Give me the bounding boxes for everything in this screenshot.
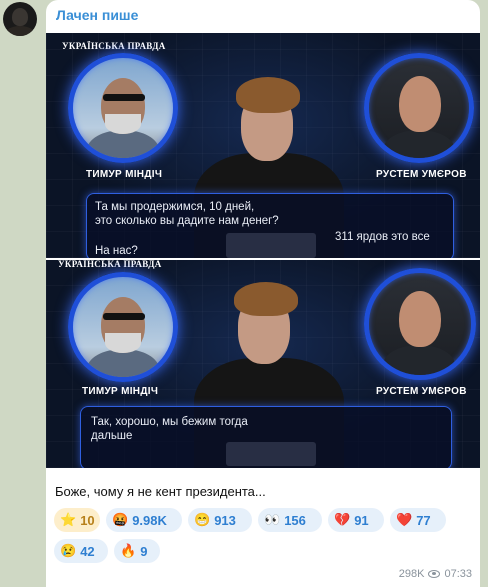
reaction-count: 9 (140, 543, 148, 559)
reaction-grin[interactable]: 😁 913 (188, 508, 252, 532)
reaction-eyes[interactable]: 👀 156 (258, 508, 322, 532)
subtitle-line: это сколько вы дадите нам денег? (95, 215, 279, 227)
subtitle-box: Та мы продержимся, 10 дней, это сколько … (86, 193, 454, 258)
subtitle-box: Так, хорошо, мы бежим тогда дальше (80, 406, 452, 468)
eyes-icon: 👀 (264, 512, 281, 527)
beard (105, 114, 141, 134)
beard (105, 333, 141, 353)
sunglasses (103, 94, 145, 101)
center-person-hair (234, 282, 298, 316)
reaction-count: 77 (416, 512, 431, 528)
right-portrait (364, 53, 474, 163)
reaction-count: 10 (80, 512, 95, 528)
left-name: ТИМУР МІНДІЧ (86, 169, 163, 180)
crying-face-icon: 😢 (60, 543, 77, 558)
reaction-count: 913 (214, 512, 236, 528)
reaction-broken-heart[interactable]: 💔 91 (328, 508, 384, 532)
message-text: Боже, чому я не кент президента... (55, 484, 266, 499)
right-name: РУСТЕМ УМЄРОВ (376, 386, 467, 397)
reaction-angry[interactable]: 🤬 9.98K (106, 508, 182, 532)
grimacing-face-icon: 😁 (194, 512, 211, 527)
reaction-count: 42 (80, 543, 95, 559)
angry-face-icon: 🤬 (112, 512, 129, 527)
right-portrait (364, 268, 476, 380)
portrait-body (383, 345, 455, 375)
fire-icon: 🔥 (120, 543, 137, 558)
message-bubble: Лачен пише УКРАЇНСЬКА ПРАВДА ТИМУР МІНДІ… (46, 0, 480, 587)
left-portrait (68, 272, 178, 382)
center-person-hair (236, 77, 300, 113)
video-frame-1[interactable]: УКРАЇНСЬКА ПРАВДА ТИМУР МІНДІЧ РУСТЕМ УМ… (46, 33, 480, 258)
message-time: 07:33 (444, 568, 472, 580)
left-name: ТИМУР МІНДІЧ (82, 386, 159, 397)
views-count: 298K (398, 568, 425, 580)
reaction-count: 91 (354, 512, 369, 528)
brand-logo: УКРАЇНСЬКА ПРАВДА (58, 260, 162, 269)
subtitle-line: На нас? (95, 245, 138, 257)
star-icon: ⭐ (60, 512, 77, 527)
left-portrait (68, 53, 178, 163)
subtitle-line: дальше (91, 430, 133, 442)
avatar-head (12, 8, 28, 26)
channel-avatar[interactable] (3, 2, 37, 36)
subtitle-line: Та мы продержимся, 10 дней, (95, 201, 255, 213)
video-frame-2[interactable]: УКРАЇНСЬКА ПРАВДА ТИМУР МІНДІЧ РУСТЕМ УМ… (46, 260, 480, 468)
reaction-crying[interactable]: 😢 42 (54, 539, 108, 563)
avatar-shoulders (5, 26, 35, 36)
eye-icon (428, 570, 441, 578)
sunglasses (103, 313, 145, 320)
brand-logo: УКРАЇНСЬКА ПРАВДА (62, 41, 166, 51)
portrait-head (399, 291, 441, 347)
author-name[interactable]: Лачен пише (56, 7, 138, 23)
subtitle-line: Так, хорошо, мы бежим тогда (91, 416, 248, 428)
right-name: РУСТЕМ УМЄРОВ (376, 169, 467, 180)
reaction-heart[interactable]: ❤️ 77 (390, 508, 446, 532)
reaction-count: 156 (284, 512, 306, 528)
broken-heart-icon: 💔 (334, 512, 351, 527)
reaction-fire[interactable]: 🔥 9 (114, 539, 160, 563)
reaction-star[interactable]: ⭐ 10 (54, 508, 100, 532)
subtitle-line: 311 ярдов это все (335, 231, 430, 243)
reaction-count: 9.98K (132, 512, 167, 528)
heart-icon: ❤️ (396, 512, 413, 527)
message-meta: 298K 07:33 (399, 568, 472, 580)
portrait-head (399, 76, 441, 132)
